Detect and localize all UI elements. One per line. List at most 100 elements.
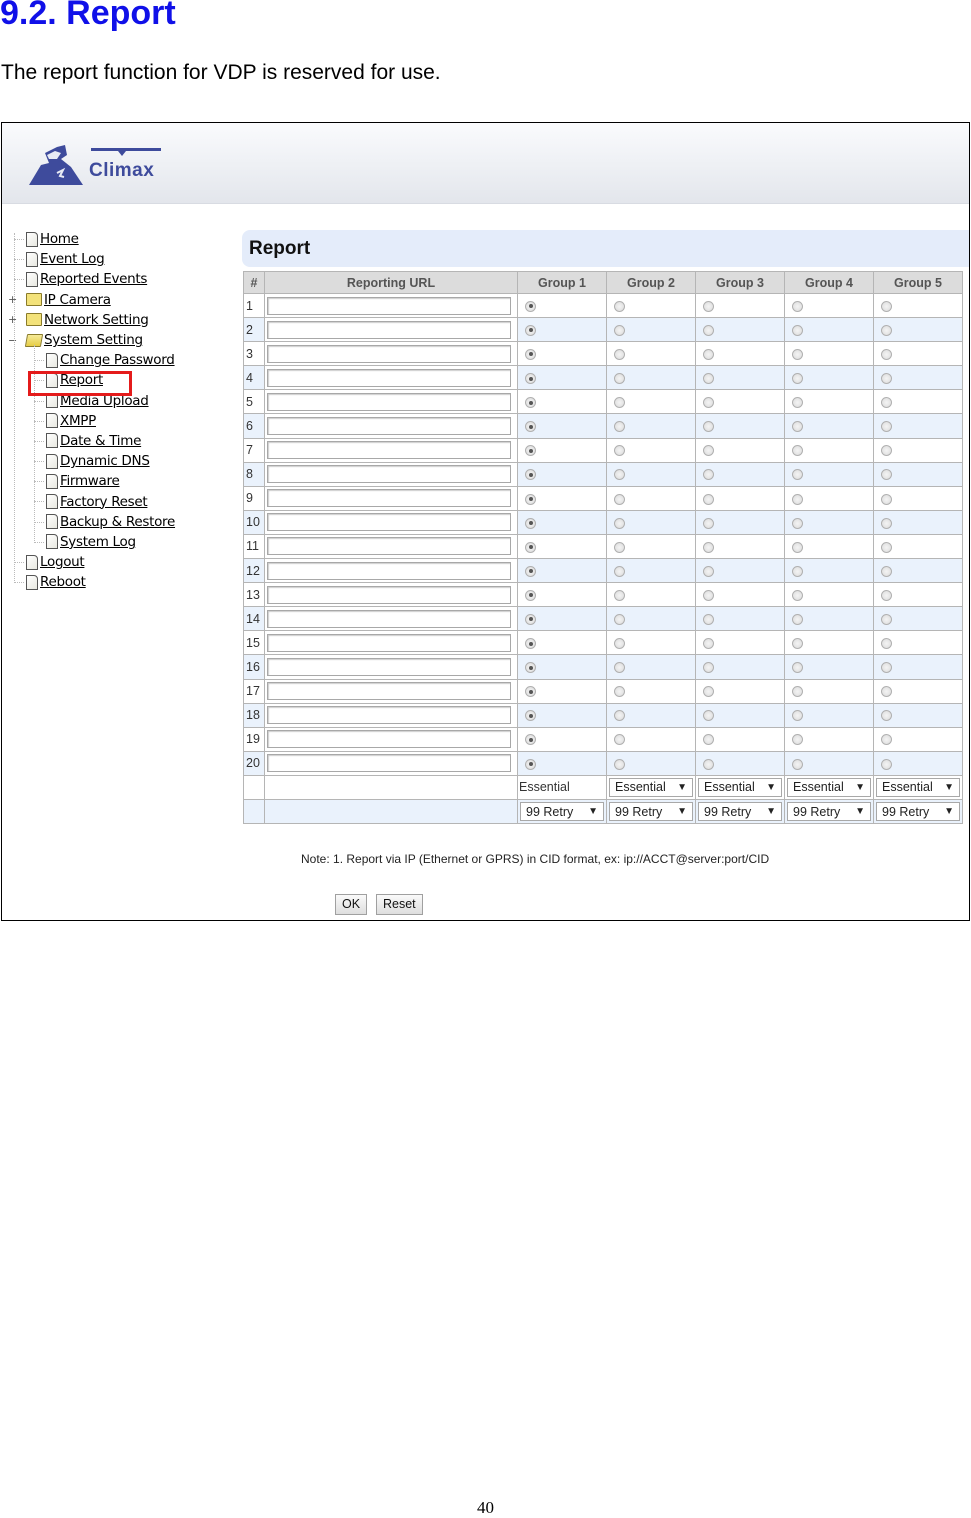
group-2-radio[interactable]	[614, 710, 625, 722]
group-4-radio[interactable]	[792, 517, 803, 529]
nav-item-factory-reset[interactable]: Factory Reset	[8, 491, 228, 511]
group-3-radio[interactable]	[703, 445, 714, 457]
group-5-retry-select[interactable]: 99 Retry ▼	[876, 802, 960, 822]
group-2-radio[interactable]	[614, 517, 625, 529]
nav-item-reported-events[interactable]: Reported Events	[8, 269, 228, 289]
group-3-radio[interactable]	[703, 589, 714, 601]
group-2-radio[interactable]	[614, 493, 625, 505]
group-4-radio[interactable]	[792, 373, 803, 385]
group-3-radio[interactable]	[703, 517, 714, 529]
reporting-url-input[interactable]	[267, 296, 511, 315]
group-1-retry-select[interactable]: 99 Retry ▼	[520, 802, 604, 822]
group-5-radio[interactable]	[881, 613, 892, 625]
group-1-radio[interactable]	[525, 421, 536, 433]
group-2-radio[interactable]	[614, 373, 625, 385]
group-5-radio[interactable]	[881, 541, 892, 553]
group-5-radio[interactable]	[881, 397, 892, 409]
group-1-radio[interactable]	[525, 758, 536, 770]
group-1-radio[interactable]	[525, 710, 536, 722]
reporting-url-input[interactable]	[267, 417, 511, 436]
group-3-radio[interactable]	[703, 686, 714, 698]
group-3-type-select[interactable]: Essential ▼	[698, 777, 782, 797]
nav-link-label[interactable]: System Log	[60, 534, 136, 550]
group-2-radio[interactable]	[614, 734, 625, 746]
nav-link-label[interactable]: Dynamic DNS	[60, 453, 150, 469]
group-5-radio[interactable]	[881, 469, 892, 481]
group-3-radio[interactable]	[703, 662, 714, 674]
group-4-radio[interactable]	[792, 348, 803, 360]
nav-link-label[interactable]: XMPP	[60, 413, 96, 429]
reporting-url-input[interactable]	[267, 657, 511, 676]
nav-item-firmware[interactable]: Firmware	[8, 471, 228, 491]
group-4-type-select[interactable]: Essential ▼	[787, 777, 871, 797]
nav-link-label[interactable]: Reboot	[40, 574, 86, 590]
group-2-radio[interactable]	[614, 324, 625, 336]
group-4-radio[interactable]	[792, 613, 803, 625]
nav-item-home[interactable]: Home	[8, 229, 228, 249]
group-1-radio[interactable]	[525, 565, 536, 577]
group-1-radio[interactable]	[525, 493, 536, 505]
group-3-radio[interactable]	[703, 348, 714, 360]
group-1-radio[interactable]	[525, 300, 536, 312]
nav-item-date-and-time[interactable]: Date & Time	[8, 431, 228, 451]
group-2-radio[interactable]	[614, 638, 625, 650]
reporting-url-input[interactable]	[267, 537, 511, 556]
group-3-retry-select[interactable]: 99 Retry ▼	[698, 802, 782, 822]
group-1-radio[interactable]	[525, 734, 536, 746]
group-5-radio[interactable]	[881, 686, 892, 698]
nav-item-dynamic-dns[interactable]: Dynamic DNS	[8, 451, 228, 471]
group-4-radio[interactable]	[792, 565, 803, 577]
group-3-radio[interactable]	[703, 493, 714, 505]
reporting-url-input[interactable]	[267, 320, 511, 339]
group-5-radio[interactable]	[881, 565, 892, 577]
nav-link-label[interactable]: IP Camera	[44, 292, 111, 308]
group-5-radio[interactable]	[881, 445, 892, 457]
group-3-radio[interactable]	[703, 421, 714, 433]
group-1-radio[interactable]	[525, 613, 536, 625]
nav-item-xmpp[interactable]: XMPP	[8, 411, 228, 431]
group-1-radio[interactable]	[525, 348, 536, 360]
group-2-retry-select[interactable]: 99 Retry ▼	[609, 802, 693, 822]
nav-item-reboot[interactable]: Reboot	[8, 572, 228, 592]
group-3-radio[interactable]	[703, 324, 714, 336]
reporting-url-input[interactable]	[267, 585, 511, 604]
nav-link-label[interactable]: Logout	[40, 554, 85, 570]
group-2-radio[interactable]	[614, 662, 625, 674]
group-3-radio[interactable]	[703, 638, 714, 650]
reporting-url-input[interactable]	[267, 392, 511, 411]
group-2-radio[interactable]	[614, 686, 625, 698]
nav-link-label[interactable]: Network Setting	[44, 312, 149, 328]
group-1-radio[interactable]	[525, 324, 536, 336]
nav-item-ip-camera[interactable]: + IP Camera	[8, 290, 228, 310]
nav-item-system-setting[interactable]: − System Setting	[8, 330, 228, 350]
reporting-url-input[interactable]	[267, 465, 511, 484]
group-1-radio[interactable]	[525, 589, 536, 601]
group-5-type-select[interactable]: Essential ▼	[876, 777, 960, 797]
reset-button[interactable]: Reset	[376, 894, 423, 915]
group-4-radio[interactable]	[792, 662, 803, 674]
group-5-radio[interactable]	[881, 662, 892, 674]
group-2-radio[interactable]	[614, 348, 625, 360]
group-5-radio[interactable]	[881, 421, 892, 433]
group-4-radio[interactable]	[792, 541, 803, 553]
group-5-radio[interactable]	[881, 758, 892, 770]
group-3-radio[interactable]	[703, 397, 714, 409]
group-4-radio[interactable]	[792, 638, 803, 650]
reporting-url-input[interactable]	[267, 489, 511, 508]
nav-link-label[interactable]: Home	[40, 231, 79, 247]
nav-link-label[interactable]: Event Log	[40, 251, 105, 267]
ok-button[interactable]: OK	[335, 894, 368, 915]
group-5-radio[interactable]	[881, 638, 892, 650]
group-2-radio[interactable]	[614, 565, 625, 577]
nav-item-change-password[interactable]: Change Password	[8, 350, 228, 370]
group-5-radio[interactable]	[881, 517, 892, 529]
group-2-radio[interactable]	[614, 758, 625, 770]
group-5-radio[interactable]	[881, 348, 892, 360]
group-1-radio[interactable]	[525, 469, 536, 481]
reporting-url-input[interactable]	[267, 633, 511, 652]
nav-link-label[interactable]: Firmware	[60, 473, 120, 489]
group-1-radio[interactable]	[525, 662, 536, 674]
reporting-url-input[interactable]	[267, 441, 511, 460]
group-4-retry-select[interactable]: 99 Retry ▼	[787, 802, 871, 822]
group-2-radio[interactable]	[614, 469, 625, 481]
